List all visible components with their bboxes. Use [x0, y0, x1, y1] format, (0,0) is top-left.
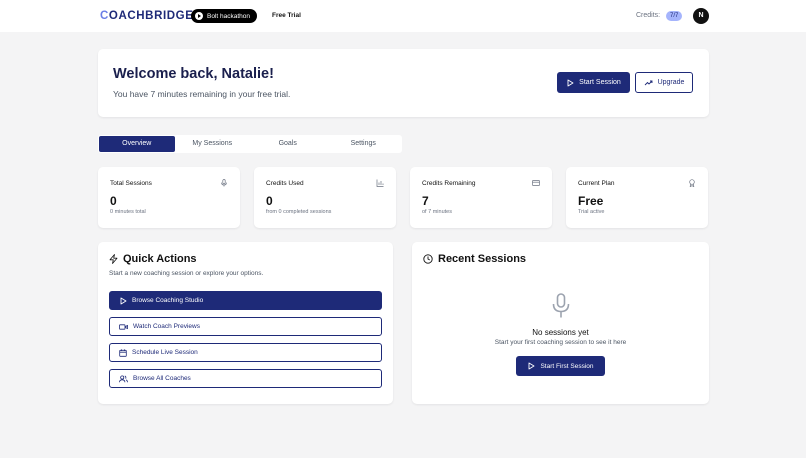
top-bar: COACHBRIDGE Bolt hackathon Free Trial Cr… [0, 0, 806, 32]
welcome-title: Welcome back, Natalie! [113, 66, 274, 82]
mic-icon [221, 179, 227, 187]
welcome-card: Welcome back, Natalie! You have 7 minute… [98, 49, 709, 117]
zap-icon [109, 254, 118, 264]
stat-value: Free [578, 194, 604, 208]
stat-label: Current Plan [578, 180, 615, 187]
tab-my-sessions[interactable]: My Sessions [175, 136, 251, 152]
stat-subtext: from 0 completed sessions [266, 209, 332, 215]
quick-actions-subtitle: Start a new coaching session or explore … [109, 270, 264, 277]
credits-badge: 7/7 [666, 11, 683, 21]
button-label: Schedule Live Session [132, 349, 198, 356]
stat-card-total-sessions: Total Sessions 0 0 minutes total [98, 167, 240, 228]
stat-subtext: Trial active [578, 209, 605, 215]
mic-icon [552, 293, 570, 318]
credits-label: Credits: [636, 12, 661, 19]
user-avatar[interactable]: N [693, 8, 709, 24]
start-first-session-button[interactable]: Start First Session [516, 356, 605, 376]
empty-state-subtitle: Start your first coaching session to see… [494, 339, 627, 346]
stat-subtext: 0 minutes total [110, 209, 146, 215]
clock-icon [423, 254, 433, 264]
free-trial-label: Free Trial [272, 12, 301, 19]
award-icon [689, 179, 695, 187]
schedule-live-session-button[interactable]: Schedule Live Session [109, 343, 382, 362]
tab-settings[interactable]: Settings [326, 136, 402, 152]
bolt-hackathon-badge[interactable]: Bolt hackathon [191, 9, 258, 23]
button-label: Browse Coaching Studio [132, 297, 204, 304]
stat-value: 0 [266, 194, 273, 208]
play-icon [195, 12, 203, 20]
browse-all-coaches-button[interactable]: Browse All Coaches [109, 369, 382, 388]
stat-subtext: of 7 minutes [422, 209, 452, 215]
upgrade-button[interactable]: Upgrade [635, 72, 693, 93]
stat-card-credits-remaining: Credits Remaining 7 of 7 minutes [410, 167, 552, 228]
quick-actions-card: Quick Actions Start a new coaching sessi… [98, 242, 393, 404]
video-icon [119, 323, 128, 330]
stat-label: Credits Remaining [422, 180, 476, 187]
welcome-subtitle: You have 7 minutes remaining in your fre… [113, 89, 291, 99]
browse-coaching-studio-button[interactable]: Browse Coaching Studio [109, 291, 382, 310]
coachbridge-logo[interactable]: COACHBRIDGE [100, 10, 194, 22]
stat-card-current-plan: Current Plan Free Trial active [566, 167, 708, 228]
bar-chart-icon [376, 179, 384, 187]
stat-label: Total Sessions [110, 180, 152, 187]
quick-actions-heading: Quick Actions [109, 253, 197, 265]
start-first-session-label: Start First Session [540, 362, 594, 370]
trending-up-icon [644, 80, 653, 85]
tab-overview[interactable]: Overview [99, 136, 175, 152]
bolt-hackathon-label: Bolt hackathon [207, 12, 251, 20]
play-icon [120, 297, 127, 304]
button-label: Watch Coach Previews [133, 323, 200, 330]
stat-label: Credits Used [266, 180, 304, 187]
quick-actions-title: Quick Actions [123, 253, 197, 265]
start-session-button[interactable]: Start Session [557, 72, 630, 93]
recent-sessions-card: Recent Sessions No sessions yet Start yo… [412, 242, 709, 404]
credit-card-icon [532, 180, 540, 186]
recent-sessions-heading: Recent Sessions [423, 253, 526, 265]
calendar-icon [119, 348, 127, 357]
button-label: Browse All Coaches [133, 375, 191, 382]
play-icon [528, 362, 535, 370]
stat-value: 0 [110, 194, 117, 208]
play-icon [567, 79, 574, 86]
stat-card-credits-used: Credits Used 0 from 0 completed sessions [254, 167, 396, 228]
stat-value: 7 [422, 194, 429, 208]
tab-goals[interactable]: Goals [250, 136, 326, 152]
start-session-label: Start Session [579, 79, 621, 86]
dashboard-tabs: Overview My Sessions Goals Settings [98, 135, 402, 153]
users-icon [119, 374, 128, 382]
upgrade-label: Upgrade [657, 79, 685, 86]
recent-sessions-title: Recent Sessions [438, 253, 527, 265]
watch-coach-previews-button[interactable]: Watch Coach Previews [109, 317, 382, 336]
empty-state-title: No sessions yet [532, 328, 589, 337]
